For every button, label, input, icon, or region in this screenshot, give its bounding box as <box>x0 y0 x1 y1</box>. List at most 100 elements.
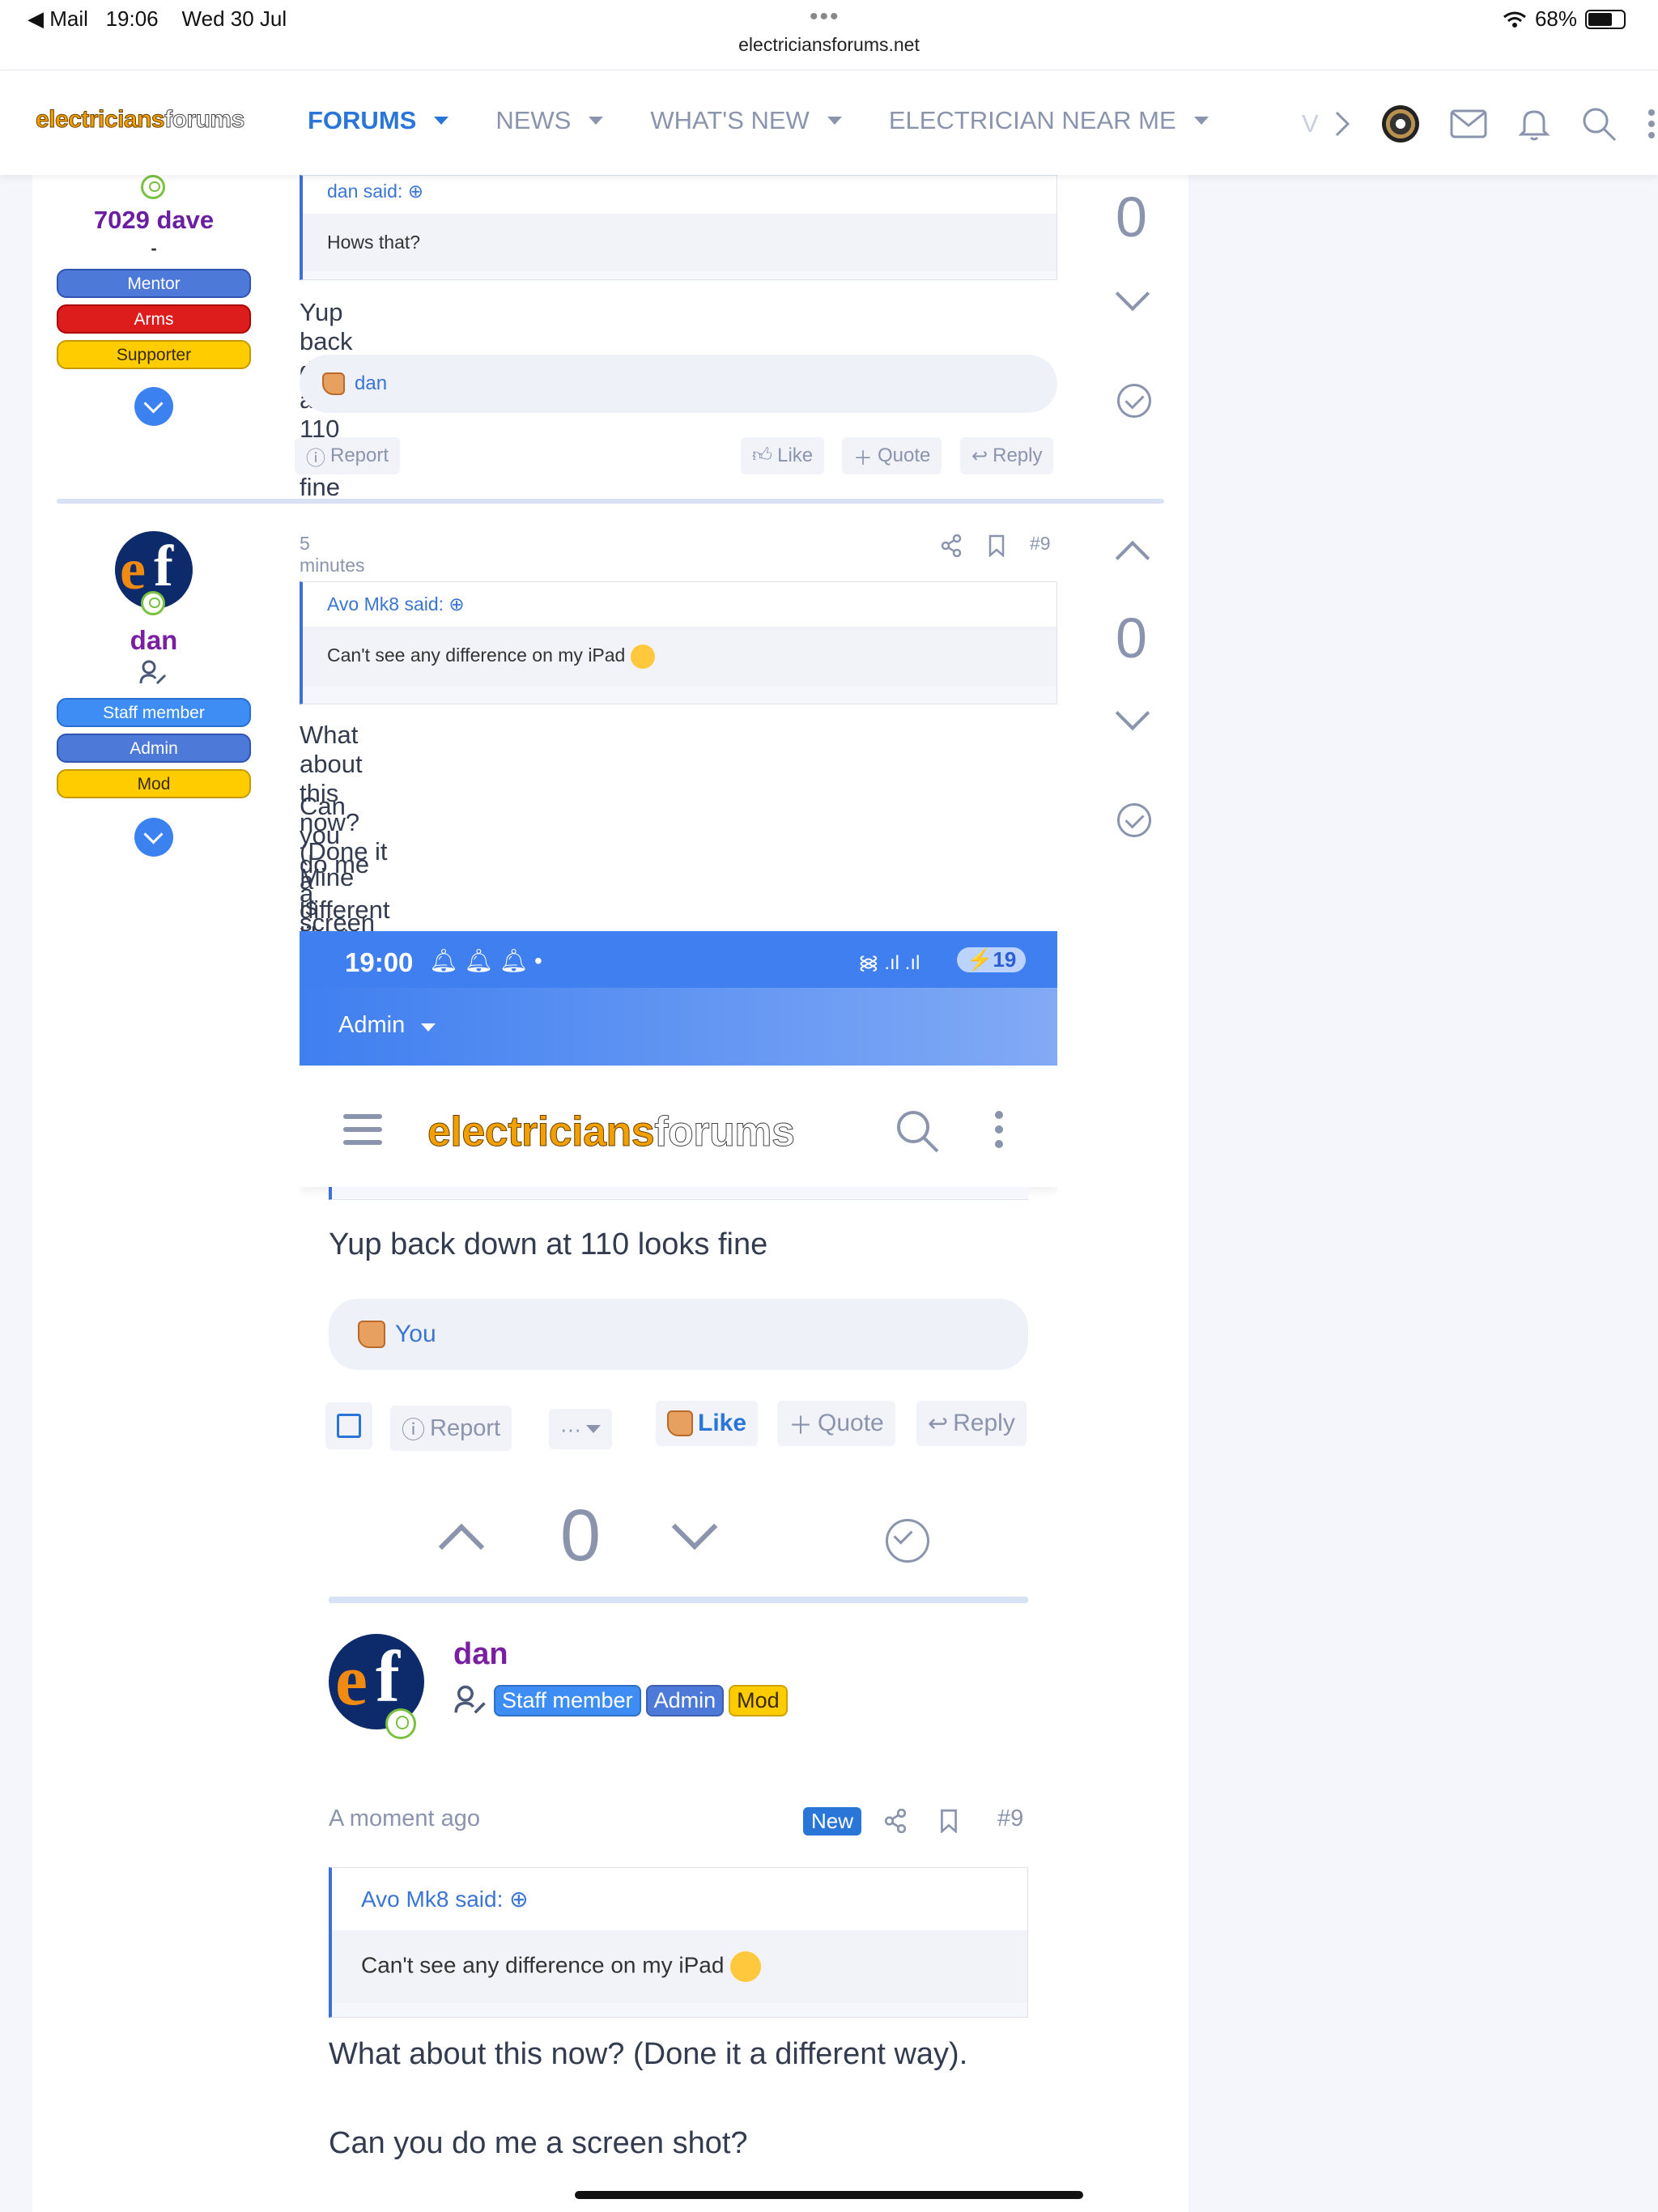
post-divider <box>329 1597 1028 1603</box>
nav-item-news[interactable]: NEWS <box>495 106 604 135</box>
attached-screenshot[interactable]: 19:00 🔔︎ 🔔︎ 🔔︎ • ᯼ .ıl .ıl ⚡19 Admin ele… <box>300 931 1057 2212</box>
online-status-icon <box>385 1708 416 1739</box>
share-icon[interactable] <box>941 534 962 557</box>
phone-time: 19:00 <box>345 947 414 977</box>
status-date: Wed 30 Jul <box>181 6 287 31</box>
chevron-down-icon[interactable] <box>1193 117 1209 125</box>
phone-status-bar: 19:00 🔔︎ 🔔︎ 🔔︎ • ᯼ .ıl .ıl ⚡19 <box>300 931 1057 988</box>
nav-item-whats-new[interactable]: WHAT'S NEW <box>650 106 842 135</box>
mark-solution-button[interactable] <box>1117 384 1151 418</box>
reactions-bar[interactable]: dan <box>300 355 1057 413</box>
chevron-down-icon[interactable] <box>421 1023 436 1032</box>
quote-header[interactable]: Avo Mk8 said: ⊕ <box>303 582 1056 627</box>
like-label: Like <box>777 445 814 466</box>
status-time: 19:06 <box>105 6 159 31</box>
vote-score: 0 <box>560 1495 602 1576</box>
expand-user-info-button[interactable] <box>134 387 173 426</box>
reply-arrow-icon: ↩ <box>971 445 988 467</box>
reply-label: Reply <box>993 445 1043 466</box>
quote-text: Can't see any difference on my iPad <box>327 644 626 666</box>
chevron-down-icon[interactable] <box>827 117 842 125</box>
reply-button[interactable]: ↩ Reply <box>960 437 1054 474</box>
report-button[interactable]: ⓘ Report <box>295 437 401 474</box>
mark-solution-button[interactable] <box>1117 803 1151 837</box>
site-logo[interactable]: electriciansforums <box>35 106 244 134</box>
logo-part-electricians: electricians <box>427 1108 655 1156</box>
nav-item-electrician-near-me[interactable]: ELECTRICIAN NEAR ME <box>889 106 1209 135</box>
upvote-button[interactable] <box>438 1523 485 1570</box>
badge-staff-member: Staff member <box>57 698 251 727</box>
reactions-bar[interactable]: You <box>329 1299 1028 1370</box>
nav-menu: FORUMS NEWS WHAT'S NEW ELECTRICIAN NEAR … <box>308 106 1209 135</box>
more-vertical-icon[interactable] <box>994 1111 1004 1148</box>
quote-button[interactable]: ＋ Quote <box>842 437 942 474</box>
reply-button[interactable]: ↩ Reply <box>916 1401 1027 1446</box>
arrow-up-circle-icon[interactable]: ⊕ <box>449 593 464 615</box>
notification-bells-icon: 🔔︎ 🔔︎ 🔔︎ • <box>429 948 542 973</box>
phone-site-logo[interactable]: electriciansforums <box>427 1108 795 1156</box>
back-to-app-link[interactable]: ◀ Mail <box>28 6 88 31</box>
post-author[interactable]: dan <box>57 625 251 656</box>
checkbox-square[interactable] <box>337 1414 361 1438</box>
chevron-down-icon[interactable] <box>589 117 604 125</box>
quote-block: dan said: ⊕ Hows that? <box>300 175 1057 280</box>
post-author[interactable]: 7029 dave <box>57 206 251 235</box>
bookmark-icon[interactable] <box>939 1809 959 1833</box>
address-url[interactable]: electriciansforums.net <box>0 34 1658 56</box>
wifi-icon <box>1503 11 1526 28</box>
more-dots-icon[interactable]: ••• <box>810 3 840 31</box>
quote-text: Hows that? <box>303 214 1056 271</box>
bookmark-icon[interactable] <box>988 534 1005 557</box>
plus-icon: ＋ <box>789 1413 813 1440</box>
report-label: Report <box>330 445 389 466</box>
post-number-link[interactable]: #9 <box>997 1806 1023 1832</box>
home-indicator[interactable] <box>575 2191 1083 2199</box>
battery-level-fill <box>1588 12 1612 26</box>
quote-author[interactable]: Avo Mk8 said: <box>361 1887 503 1912</box>
arrow-up-circle-icon[interactable]: ⊕ <box>509 1887 528 1912</box>
mail-icon[interactable] <box>1450 109 1487 138</box>
user-avatar[interactable] <box>1381 105 1419 143</box>
downvote-button[interactable] <box>671 1504 718 1551</box>
expand-user-info-button[interactable] <box>134 818 173 857</box>
user-edit-icon <box>139 660 167 685</box>
admin-bar[interactable]: Admin <box>300 988 1057 1066</box>
post-author[interactable]: dan <box>453 1637 508 1672</box>
author-title: - <box>151 238 157 258</box>
reaction-user[interactable]: dan <box>355 372 387 395</box>
chevron-down-icon[interactable] <box>434 117 449 125</box>
like-button[interactable]: 👍︎ Like <box>741 437 825 474</box>
like-button[interactable]: Like <box>656 1401 759 1446</box>
nav-item-forums[interactable]: FORUMS <box>308 106 449 135</box>
quote-button[interactable]: ＋ Quote <box>777 1401 895 1446</box>
share-icon[interactable] <box>884 1809 907 1833</box>
quote-header[interactable]: Avo Mk8 said: ⊕ <box>332 1868 1027 1930</box>
post-time[interactable]: A moment ago <box>329 1806 480 1832</box>
mark-solution-button[interactable] <box>886 1519 929 1563</box>
chevron-down-icon[interactable] <box>585 1425 601 1433</box>
post-number-link[interactable]: #9 <box>1030 533 1051 555</box>
search-icon[interactable] <box>1581 106 1617 142</box>
arrow-up-circle-icon[interactable]: ⊕ <box>408 181 423 202</box>
select-checkbox[interactable] <box>325 1402 372 1449</box>
quote-text: Can't see any difference on my iPad <box>361 1952 725 1978</box>
more-vertical-icon[interactable] <box>1647 109 1656 138</box>
battery-icon <box>1585 9 1626 29</box>
more-label: ··· <box>560 1416 581 1441</box>
site-navbar: electriciansforums FORUMS NEWS WHAT'S NE… <box>0 70 1658 175</box>
quote-header[interactable]: dan said: ⊕ <box>303 176 1056 214</box>
quote-author[interactable]: Avo Mk8 said: <box>327 593 444 615</box>
badge-arms: Arms <box>57 304 251 334</box>
search-icon[interactable] <box>895 1109 939 1153</box>
badge-admin: Admin <box>57 734 251 763</box>
reaction-user[interactable]: You <box>395 1321 436 1348</box>
quote-body: Can't see any difference on my iPad <box>332 1930 1027 2003</box>
hamburger-icon[interactable] <box>343 1114 382 1119</box>
chevron-right-icon[interactable] <box>1333 109 1351 138</box>
quote-author[interactable]: dan said: <box>327 181 402 202</box>
quote-block: Avo Mk8 said: ⊕ Can't see any difference… <box>329 1867 1028 2018</box>
nav-item-truncated[interactable]: V <box>1302 109 1319 138</box>
report-button[interactable]: ⓘ Report <box>390 1406 512 1451</box>
bell-icon[interactable] <box>1518 107 1550 141</box>
more-options-button[interactable]: ··· <box>549 1409 612 1449</box>
